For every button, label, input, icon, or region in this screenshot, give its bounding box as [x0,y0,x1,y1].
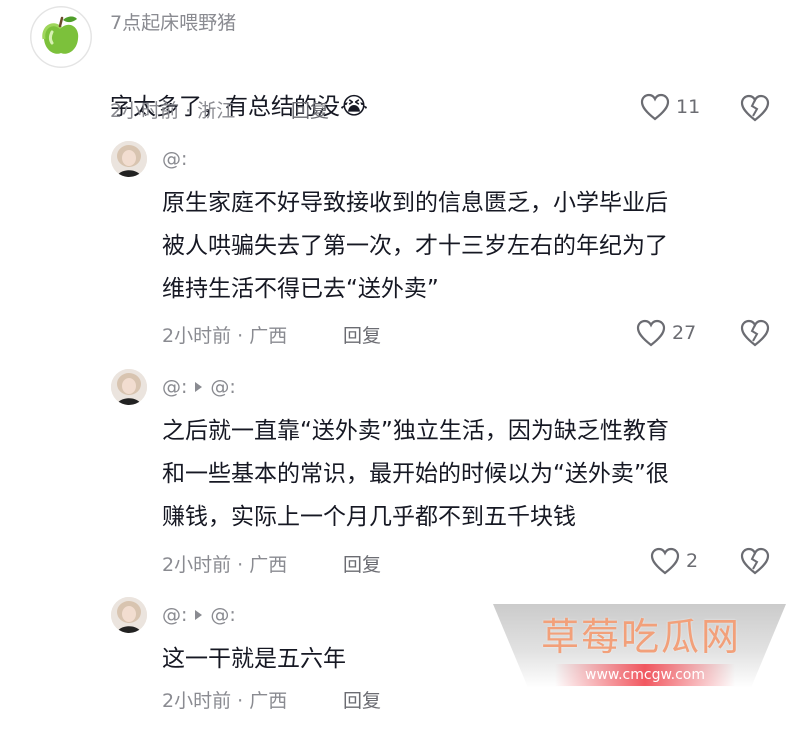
reply-header: @: @: [162,376,236,398]
comment-meta: 2小时前 · 广西 [162,325,288,347]
avatar[interactable] [111,141,147,177]
watermark-url: www.cmcgw.com [555,664,735,686]
comment-1: 7点起床喂野猪 字太多了，有总结的没😭 2小时前 · 浙江 回复 11 [0,0,800,130]
reply-to-username[interactable]: @: [210,376,235,398]
username[interactable]: @: [162,604,187,626]
username[interactable]: @: [162,148,187,170]
avatar[interactable] [111,597,147,633]
crying-laughing-emoji: 😭 [340,92,369,120]
comment-meta: 2小时前 · 广西 [162,554,288,576]
comment-2: @: 原生家庭不好导致接收到的信息匮乏，小学毕业后 被人哄骗失去了第一次，才十三… [0,138,800,363]
reply-arrow-icon [195,382,203,392]
reply-button[interactable]: 回复 [343,321,381,348]
username[interactable]: @: [162,376,187,398]
like-count: 27 [672,322,697,344]
like-button[interactable]: 27 [636,319,696,347]
dislike-button[interactable] [740,94,770,124]
broken-heart-icon [740,94,770,122]
reply-arrow-icon [195,610,203,620]
heart-icon [636,319,666,347]
dislike-button[interactable] [740,319,770,349]
watermark-title: 草莓吃瓜网 [540,615,741,659]
dislike-button[interactable] [740,547,770,577]
comment-text: 原生家庭不好导致接收到的信息匮乏，小学毕业后 被人哄骗失去了第一次，才十三岁左右… [162,190,668,302]
username[interactable]: 7点起床喂野猪 [110,8,236,35]
reply-button[interactable]: 回复 [343,550,381,577]
comment-3: @: @: 之后就一直靠“送外卖”独立生活，因为缺乏性教育 和一些基本的常识，最开… [0,366,800,591]
green-apple-icon [30,6,92,68]
comment-text: 这一干就是五六年 [162,646,346,672]
heart-icon [650,547,680,575]
reply-header: @: @: [162,604,236,626]
user-avatar-icon [111,597,147,633]
comment-meta: 2小时前 · 广西 [162,690,288,712]
like-button[interactable]: 11 [640,93,700,121]
broken-heart-icon [740,319,770,347]
avatar[interactable] [111,369,147,405]
reply-button[interactable]: 回复 [291,96,329,123]
reply-to-username[interactable]: @: [210,604,235,626]
heart-icon [640,93,670,121]
avatar[interactable] [30,6,92,68]
like-count: 2 [686,550,699,572]
comment-meta: 2小时前 · 浙江 [110,100,236,122]
reply-button[interactable]: 回复 [343,686,381,713]
broken-heart-icon [740,547,770,575]
comment-text: 之后就一直靠“送外卖”独立生活，因为缺乏性教育 和一些基本的常识，最开始的时候以… [162,418,669,530]
like-count: 11 [676,96,701,118]
user-avatar-icon [111,369,147,405]
user-avatar-icon [111,141,147,177]
like-button[interactable]: 2 [650,547,698,575]
